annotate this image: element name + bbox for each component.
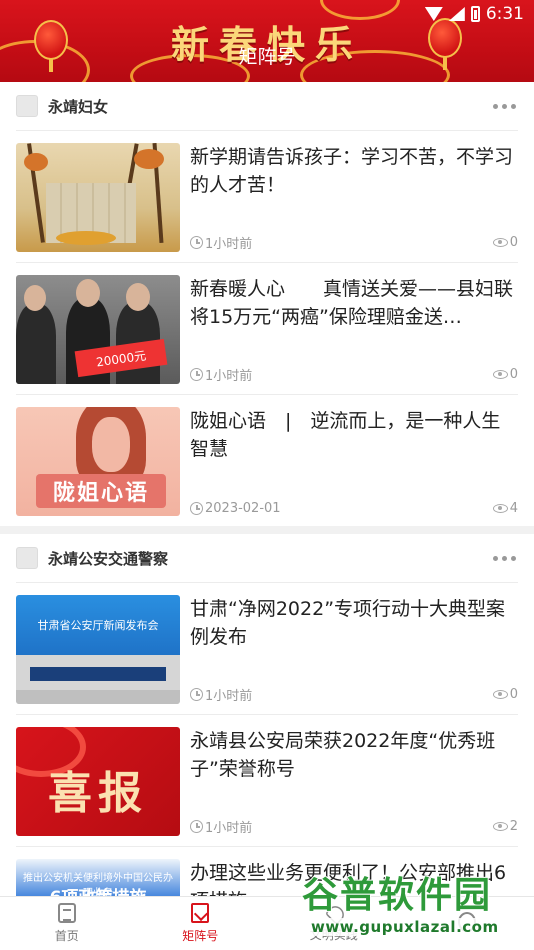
channel-name: 永靖妇女	[48, 97, 109, 116]
more-options-icon[interactable]	[491, 98, 518, 115]
thumbnail-text: 喜报	[48, 768, 148, 819]
article-thumbnail	[16, 143, 180, 252]
article-item[interactable]: 喜报 永靖县公安局荣获2022年度“优秀班子”荣誉称号 1小时前 2	[16, 714, 518, 846]
clock-icon	[190, 502, 203, 515]
view-count-value: 0	[509, 235, 518, 250]
channel-avatar	[16, 95, 38, 117]
article-meta: 1小时前 0	[190, 685, 518, 704]
article-thumbnail: 甘肃省公安厅新闻发布会	[16, 595, 180, 704]
home-icon	[57, 903, 76, 923]
thumbnail-caption: 甘肃省公安厅新闻发布会	[37, 619, 159, 632]
signal-icon	[448, 7, 465, 21]
eye-icon	[492, 504, 508, 513]
nav-label: 矩阵号	[182, 929, 219, 943]
wifi-icon	[424, 7, 443, 21]
view-count: 2	[492, 819, 518, 834]
more-options-icon[interactable]	[491, 550, 518, 567]
article-item[interactable]: 陇姐心语 陇姐心语 | 逆流而上，是一种人生智慧 2023-02-01 4	[16, 394, 518, 526]
article-meta: 1小时前 0	[190, 365, 518, 384]
article-title: 永靖县公安局荣获2022年度“优秀班子”荣誉称号	[190, 730, 496, 780]
article-time: 1小时前	[205, 689, 253, 704]
article-title: 新学期请告诉孩子：学习不苦，不学习的人才苦！	[190, 146, 514, 196]
article-time: 1小时前	[205, 237, 253, 252]
article-time: 1小时前	[205, 369, 253, 384]
eye-icon	[492, 370, 508, 379]
article-item[interactable]: 20000元 新春暖人心 真情送关爱——县妇联将15万元“两癌”保险理赔金送… …	[16, 262, 518, 394]
nav-matrix[interactable]: 矩阵号	[134, 897, 268, 950]
eye-icon	[492, 690, 508, 699]
article-thumbnail: 20000元	[16, 275, 180, 384]
article-meta: 2023-02-01 4	[190, 501, 518, 516]
article-thumbnail: 喜报	[16, 727, 180, 836]
view-count-value: 0	[509, 687, 518, 702]
nav-label: 首页	[54, 929, 79, 943]
article-title: 新春暖人心 真情送关爱——县妇联将15万元“两癌”保险理赔金送…	[190, 278, 514, 328]
status-time: 6:31	[485, 4, 524, 24]
eye-icon	[492, 238, 508, 247]
header-banner: 新春快乐 矩阵号 6:31	[0, 0, 534, 82]
article-time: 1小时前	[205, 821, 253, 836]
status-bar: 6:31	[424, 4, 524, 24]
channel-name: 永靖公安交通警察	[48, 549, 169, 568]
channel-section: 永靖妇女 新学期请告诉孩子：学习不苦，不学习的人才苦！ 1小时前 0 20000…	[0, 82, 534, 526]
article-title: 陇姐心语 | 逆流而上，是一种人生智慧	[190, 410, 501, 460]
article-title: 甘肃“净网2022”专项行动十大典型案例发布	[190, 598, 506, 648]
view-count: 4	[492, 501, 518, 516]
channel-section: 永靖公安交通警察 甘肃省公安厅新闻发布会 甘肃“净网2022”专项行动十大典型案…	[0, 534, 534, 896]
article-meta: 1小时前 0	[190, 233, 518, 252]
article-meta: 1小时前 2	[190, 817, 518, 836]
clock-icon	[190, 368, 203, 381]
clock-icon	[190, 688, 203, 701]
view-count: 0	[492, 367, 518, 382]
eye-icon	[492, 822, 508, 831]
watermark-url: www.gupuxlazal.com	[308, 918, 502, 936]
article-thumbnail: 陇姐心语	[16, 407, 180, 516]
channel-avatar	[16, 547, 38, 569]
thumbnail-headline: 6项政策措施	[16, 883, 180, 896]
clock-icon	[190, 236, 203, 249]
feed-content[interactable]: 永靖妇女 新学期请告诉孩子：学习不苦，不学习的人才苦！ 1小时前 0 20000…	[0, 82, 534, 896]
page-title: 矩阵号	[238, 46, 296, 68]
article-thumbnail: 推出公安机关便利境外中国公民办理业务 6项政策措施	[16, 859, 180, 896]
site-watermark: 谷普软件园 www.gupuxlazal.com	[301, 866, 530, 946]
view-count-value: 0	[509, 367, 518, 382]
view-count-value: 4	[509, 501, 518, 516]
article-item[interactable]: 新学期请告诉孩子：学习不苦，不学习的人才苦！ 1小时前 0	[16, 130, 518, 262]
matrix-icon	[191, 903, 210, 923]
view-count: 0	[492, 235, 518, 250]
thumbnail-label: 陇姐心语	[36, 474, 166, 508]
battery-icon	[470, 6, 480, 22]
view-count-value: 2	[509, 819, 518, 834]
nav-home[interactable]: 首页	[0, 897, 134, 950]
section-divider	[0, 526, 534, 534]
channel-header[interactable]: 永靖公安交通警察	[0, 534, 534, 582]
view-count: 0	[492, 687, 518, 702]
article-time: 2023-02-01	[205, 501, 281, 516]
watermark-text: 谷普软件园	[301, 874, 493, 917]
clock-icon	[190, 820, 203, 833]
article-item[interactable]: 甘肃省公安厅新闻发布会 甘肃“净网2022”专项行动十大典型案例发布 1小时前 …	[16, 582, 518, 714]
channel-header[interactable]: 永靖妇女	[0, 82, 534, 130]
